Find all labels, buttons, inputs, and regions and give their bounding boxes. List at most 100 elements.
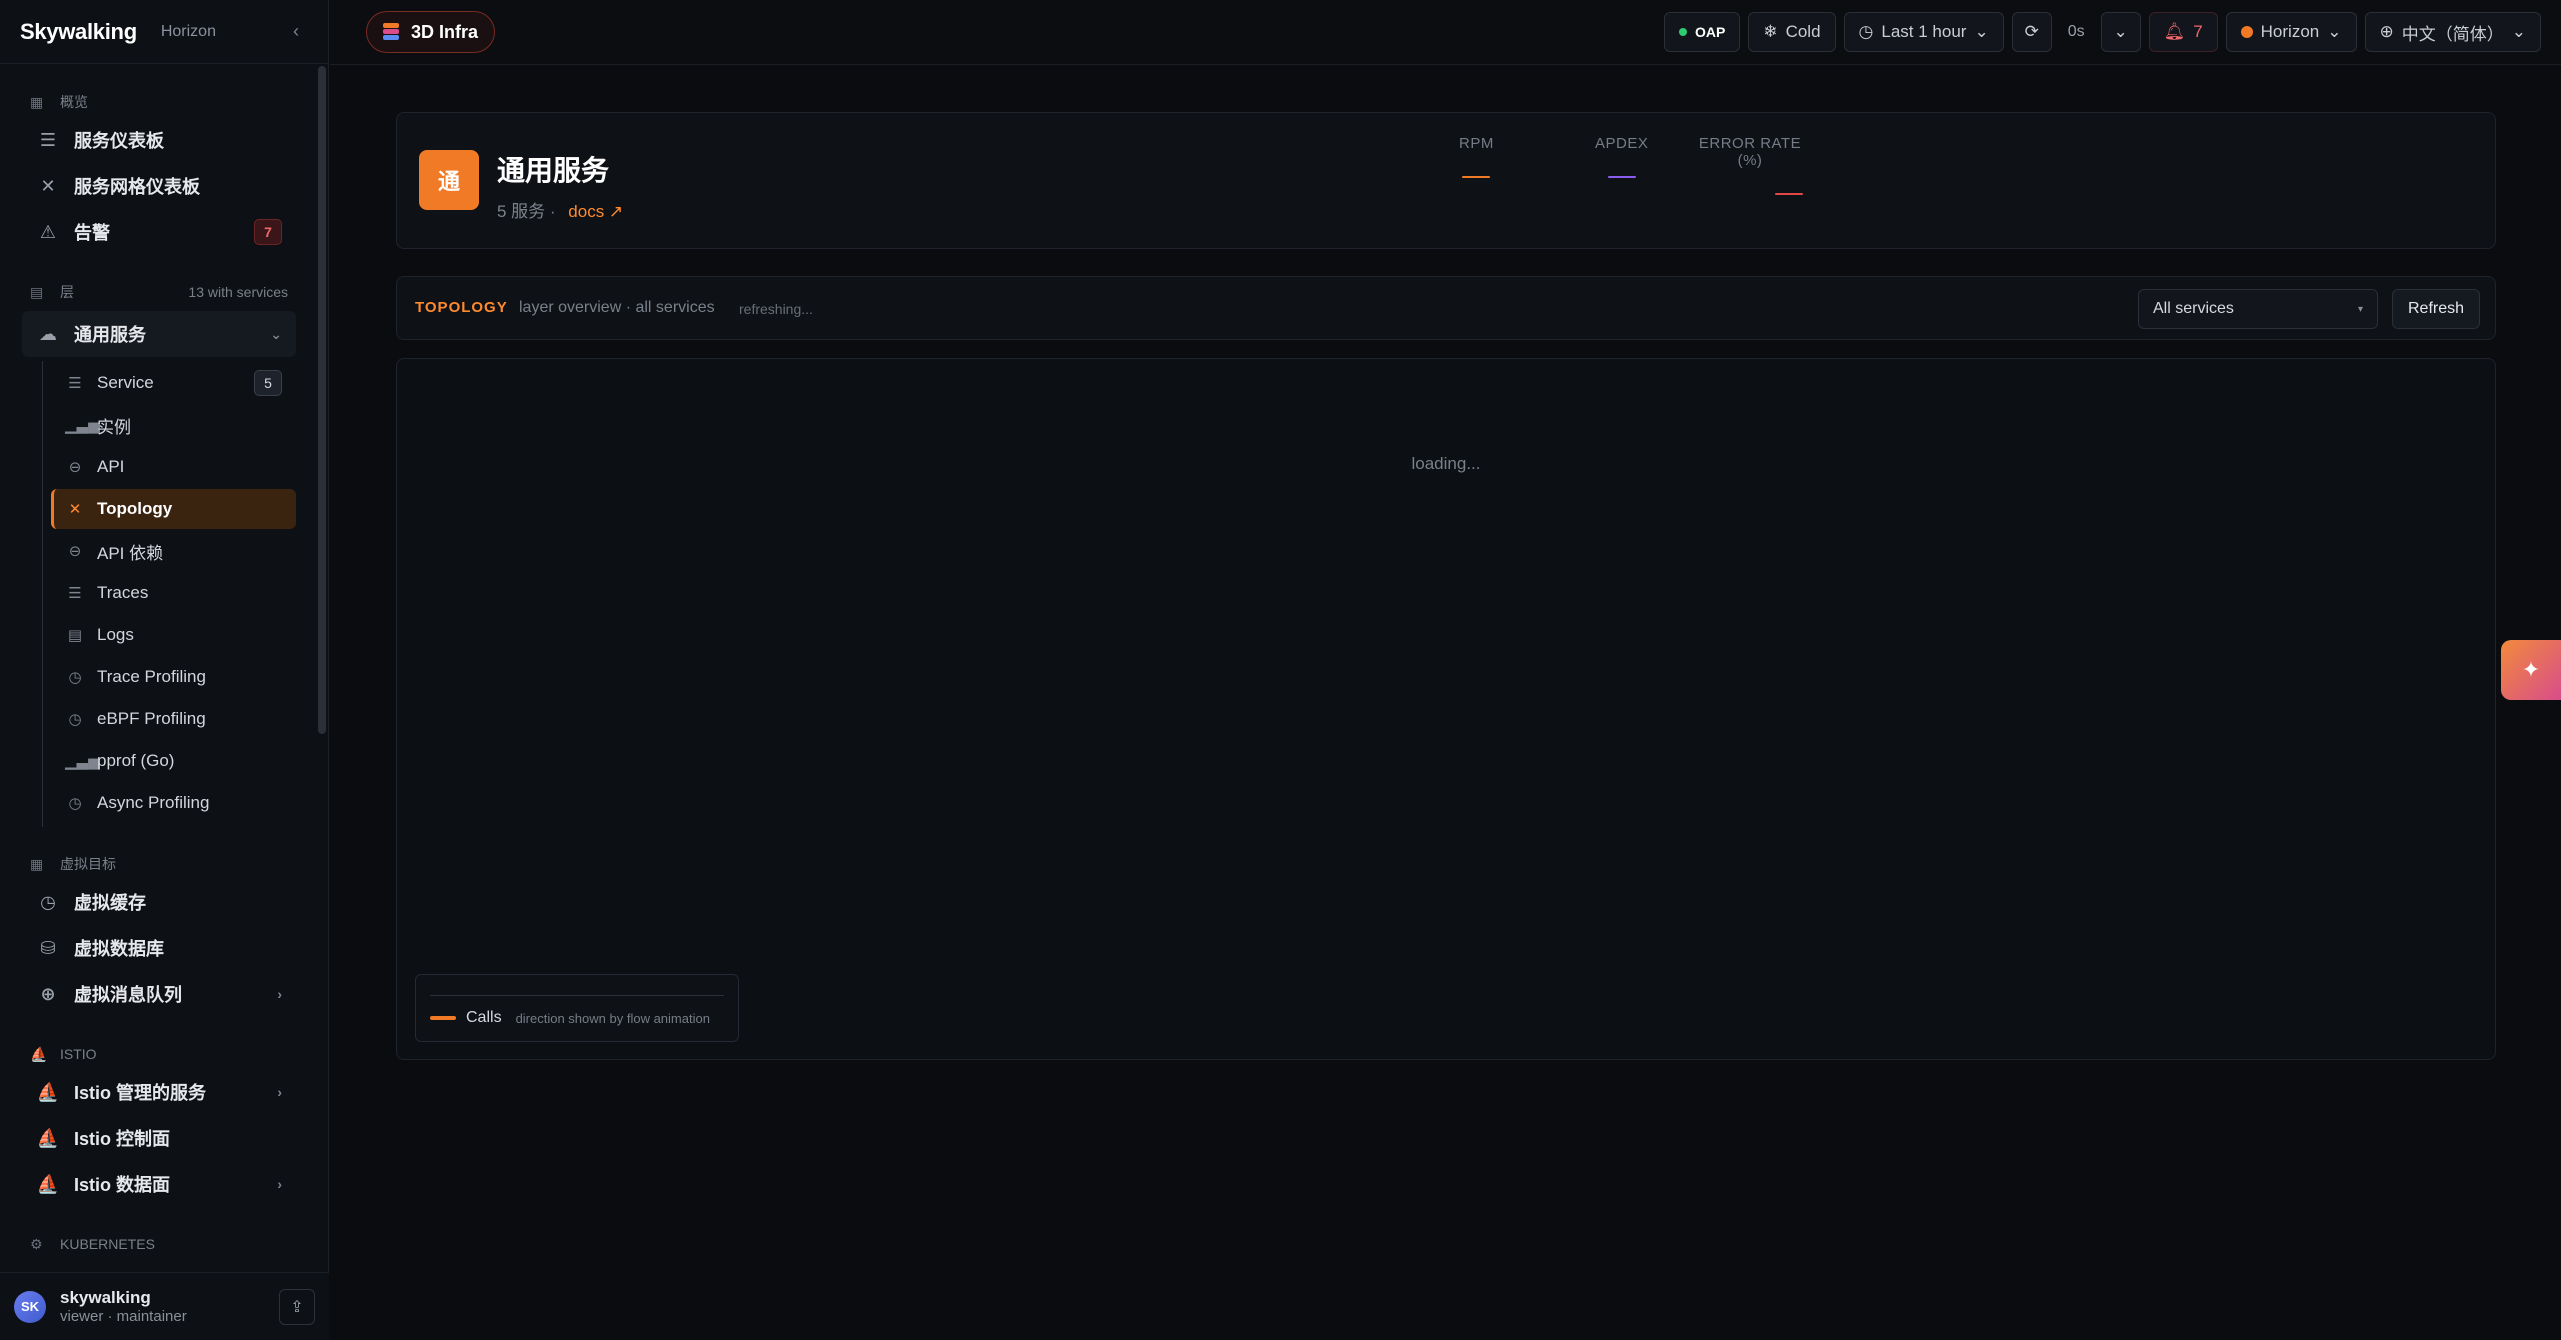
layers-stack-icon [381, 22, 401, 42]
collapse-sidebar-icon[interactable]: ‹ [284, 21, 308, 42]
sub-item-label: Async Profiling [97, 793, 210, 812]
sub-item-api-deps[interactable]: ⊖ API 依赖 [51, 531, 296, 571]
sidebar-nav: ▦ 概览 ☰ 服务仪表板 ✕ 服务网格仪表板 ⚠ 告警 7 ▤ 层 13 wit… [0, 65, 318, 1273]
legend-note: direction shown by flow animation [515, 1010, 710, 1026]
nav-layer-general[interactable]: ☁ 通用服务 ⌄ [22, 311, 296, 357]
chevron-down-icon: ⌄ [270, 325, 282, 342]
sub-item-logs[interactable]: ▤ Logs [51, 615, 296, 655]
topology-canvas[interactable]: loading... Calls direction shown by flow… [396, 358, 2496, 1060]
sub-item-api[interactable]: ⊖ API [51, 447, 296, 487]
page-title: 通用服务 [497, 155, 610, 186]
infra-3d-button[interactable]: 3D Infra [366, 11, 496, 53]
layer-hero-card: 通 通用服务 5 服务 · docs ↗ RPM APDEX ERROR RAT… [396, 112, 2496, 249]
layer-avatar: 通 [419, 150, 479, 210]
topology-toolbar: TOPOLOGY layer overview · all services r… [396, 276, 2496, 340]
sidebar-scrollbar[interactable] [318, 66, 326, 734]
grid-icon: ▦ [30, 855, 44, 872]
sub-item-ebpf-profiling[interactable]: ◷ eBPF Profiling [51, 699, 296, 739]
logout-icon[interactable]: ⇪ [279, 1288, 315, 1325]
refresh-status: refreshing... [739, 301, 813, 317]
user-name: skywalking [60, 1287, 151, 1307]
bars-icon: ▁▃▅ [65, 753, 100, 770]
nav-virtual-mq[interactable]: ⊕ 虚拟消息队列 › [22, 971, 296, 1017]
sub-item-label: pprof (Go) [97, 751, 175, 770]
sub-item-traces[interactable]: ☰ Traces [51, 573, 296, 613]
legend-divider [430, 995, 724, 996]
alert-icon: ⚠ [39, 221, 57, 242]
traces-icon: ☰ [68, 585, 82, 602]
group-layers-heading: 层 [60, 284, 74, 300]
user-role: viewer · maintainer [60, 1307, 187, 1325]
topology-description: layer overview · all services [519, 299, 715, 316]
layer-subtree: ☰ Service 5 ▁▃▅ 实例 ⊖ API ✕ Topology ⊖ AP… [42, 361, 318, 827]
topology-legend: Calls direction shown by flow animation [415, 974, 739, 1042]
sub-item-instance[interactable]: ▁▃▅ 实例 [51, 405, 296, 445]
chevron-right-icon: › [277, 1084, 282, 1100]
infra-label: 3D Infra [411, 21, 479, 42]
sparkle-icon: ✦ [2521, 657, 2541, 682]
service-filter-value: All services [2153, 300, 2234, 317]
bars-icon: ▁▃▅ [65, 417, 100, 434]
mesh-icon: ✕ [40, 175, 56, 196]
timer-icon: ◷ [68, 711, 82, 728]
theme-switcher[interactable]: Horizon ⌄ [2225, 12, 2357, 52]
sub-item-pprof[interactable]: ▁▃▅ pprof (Go) [51, 741, 296, 781]
metric-empty-dash [1775, 193, 1803, 195]
legend-name: Calls [466, 1009, 502, 1026]
sub-item-service[interactable]: ☰ Service 5 [51, 363, 296, 403]
interval-dropdown[interactable]: ⌄ [2100, 12, 2141, 52]
logs-icon: ▤ [67, 627, 83, 644]
sub-item-trace-profiling[interactable]: ◷ Trace Profiling [51, 657, 296, 697]
auto-refresh-button[interactable]: ⟳ [2011, 12, 2052, 52]
time-range-picker[interactable]: ◷ Last 1 hour ⌄ [1843, 12, 2004, 52]
cold-stage-button[interactable]: ❄ Cold [1748, 12, 1836, 52]
user-meta: skywalking viewer · maintainer [60, 1288, 187, 1326]
nav-istio-data-plane[interactable]: ⛵ Istio 数据面 › [22, 1161, 296, 1207]
database-icon: ⛁ [40, 937, 56, 958]
refresh-button[interactable]: Refresh [2392, 289, 2480, 329]
group-virtual: ▦ 虚拟目标 [0, 849, 318, 879]
service-count-text: 5 服务 · [497, 202, 556, 221]
endpoint-icon: ⊖ [68, 543, 82, 560]
sub-item-label: Trace Profiling [97, 667, 206, 686]
layers-icon: ▤ [30, 283, 44, 300]
nav-mesh-dashboard[interactable]: ✕ 服务网格仪表板 [22, 163, 296, 209]
oap-status-button[interactable]: OAP [1663, 12, 1741, 52]
docs-link[interactable]: docs ↗ [568, 202, 623, 221]
nav-virtual-database[interactable]: ⛁ 虚拟数据库 [22, 925, 296, 971]
layers-count: 13 with services [188, 284, 288, 300]
avatar[interactable]: SK [14, 1290, 46, 1323]
theme-name: Horizon [160, 22, 216, 40]
nav-virtual-cache[interactable]: ◷ 虚拟缓存 [22, 879, 296, 925]
alert-count-badge: 7 [254, 219, 282, 245]
group-layers: ▤ 层 13 with services [0, 277, 318, 307]
group-overview: ▦ 概览 [0, 87, 318, 117]
nav-istio-control-plane[interactable]: ⛵ Istio 控制面 [22, 1115, 296, 1161]
list-icon: ☰ [68, 375, 82, 392]
language-switcher[interactable]: ⊕ 中文（简体） ⌄ [2364, 12, 2541, 52]
app-logo[interactable]: Skywalking [20, 19, 137, 45]
group-virtual-heading: 虚拟目标 [60, 856, 116, 872]
group-overview-heading: 概览 [60, 94, 88, 110]
nav-alerts[interactable]: ⚠ 告警 7 [22, 209, 296, 255]
sidebar-header: Skywalking Horizon ‹ [0, 0, 328, 64]
sub-item-label: eBPF Profiling [97, 709, 206, 728]
legend-row: Calls direction shown by flow animation [430, 1009, 710, 1027]
globe-icon: ⊕ [2379, 22, 2394, 41]
sail-icon: ⛵ [36, 1081, 60, 1102]
service-filter-select[interactable]: All services ▾ [2138, 289, 2378, 329]
topbar: 3D Infra OAP ❄ Cold ◷ Last 1 hour ⌄ ⟳ 0s… [330, 0, 2561, 65]
metric-error-rate: ERROR RATE (%) [1687, 135, 1813, 195]
sub-item-topology[interactable]: ✕ Topology [51, 489, 296, 529]
bell-icon: 🔔︎ [2163, 22, 2186, 41]
group-istio: ⛵ ISTIO [0, 1039, 318, 1069]
nav-istio-services[interactable]: ⛵ Istio 管理的服务 › [22, 1069, 296, 1115]
group-kubernetes-heading: KUBERNETES [60, 1236, 155, 1252]
sub-item-async-profiling[interactable]: ◷ Async Profiling [51, 783, 296, 823]
chevron-right-icon: › [277, 1176, 282, 1192]
ai-assistant-button[interactable]: ✦ [2501, 640, 2561, 700]
nav-service-dashboard[interactable]: ☰ 服务仪表板 [22, 117, 296, 163]
clock-icon: ◷ [1858, 22, 1874, 41]
alerts-button[interactable]: 🔔︎ 7 [2148, 12, 2218, 52]
status-dot-icon [1678, 28, 1687, 36]
